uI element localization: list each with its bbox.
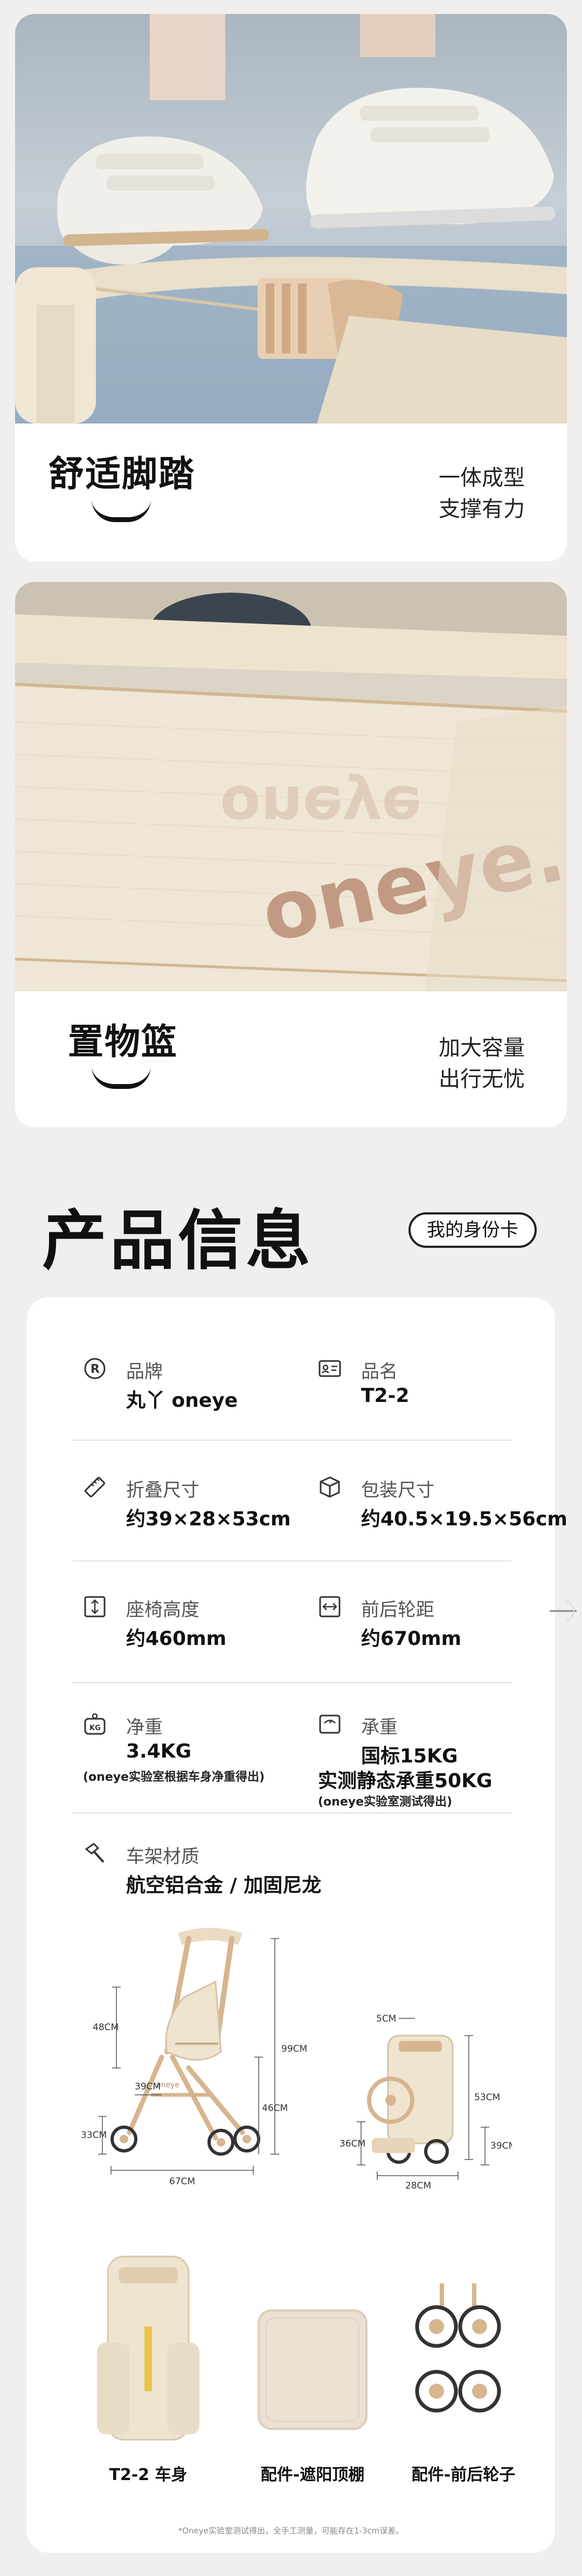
scale-icon: KG: [84, 1713, 106, 1735]
stroller-open-diagram: oneye 48CM 39CM 99CM 46CM 33CM 67CM: [81, 1928, 307, 2187]
spec-label: 座椅高度: [126, 1599, 199, 1621]
spec-label: 包装尺寸: [361, 1480, 434, 1501]
dim-label: 48CM: [93, 2022, 119, 2033]
dim-label: 5CM: [376, 2013, 396, 2024]
stroller-folded-diagram: 5CM 53CM 36CM 39CM 28CM: [340, 2013, 512, 2191]
smile-mark-icon: [92, 1066, 151, 1089]
spec-value: 3.4KG: [126, 1740, 192, 1762]
spec-label: 折叠尺寸: [126, 1480, 199, 1501]
spec-value: 约670mm: [361, 1628, 462, 1650]
basket-photo: oneye oneye.: [15, 582, 567, 991]
hammer-icon: [85, 1843, 105, 1863]
divider: [72, 1560, 512, 1561]
divider: [72, 1813, 512, 1814]
spec-value: 航空铝合金 / 加固尼龙: [126, 1874, 322, 1897]
part-caption: 配件-前后轮子: [411, 2466, 516, 2484]
feature-subtitle-line: 出行无忧: [439, 1067, 525, 1092]
footnote: *Oneye实验室测试得出，全手工测量，可能存在1-3cm误差。: [178, 2526, 404, 2536]
divider: [72, 1440, 512, 1441]
spec-label: 品牌: [126, 1361, 163, 1383]
divider: [72, 1682, 512, 1683]
feature-subtitle-line: 支撑有力: [439, 497, 525, 522]
spec-value: 国标15KG: [361, 1745, 458, 1767]
footrest-photo: [15, 14, 567, 423]
feature-subtitle: 一体成型 支撑有力: [439, 462, 525, 525]
spec-value-2: 实测静态承重50KG: [318, 1770, 493, 1792]
spec-label: 车架材质: [126, 1846, 199, 1867]
feature-title: 置物篮: [68, 1021, 178, 1063]
smile-mark-icon: [92, 499, 151, 522]
id-card-badge: 我的身份卡: [408, 1212, 537, 1248]
dim-label: 39CM: [135, 2081, 161, 2092]
dim-label: 33CM: [81, 2130, 107, 2141]
spec-value: 丸丫 oneye: [126, 1390, 238, 1412]
spec-label: 品名: [361, 1361, 398, 1383]
feature-subtitle-line: 加大容量: [439, 1036, 525, 1060]
side-decoration-icon: [550, 1600, 577, 1622]
spec-note: (oneye实验室测试得出): [318, 1795, 453, 1809]
spec-label: 承重: [361, 1717, 398, 1738]
spec-value: 约40.5×19.5×56cm: [361, 1508, 567, 1530]
dim-label: 36CM: [340, 2138, 365, 2149]
part-body-image: [97, 2255, 199, 2441]
svg-text:KG: KG: [89, 1724, 101, 1732]
part-canopy-image: [258, 2309, 368, 2430]
box-icon: [320, 1476, 340, 1498]
spec-value: 约39×28×53cm: [126, 1508, 291, 1530]
product-info-card: R 品牌 丸丫 oneye 品名 T2-2 折叠尺寸 约39×28×53cm 包…: [27, 1297, 567, 2553]
vertical-arrow-icon: [84, 1596, 106, 1617]
svg-text:R: R: [91, 1363, 100, 1376]
spec-label: 净重: [126, 1717, 163, 1738]
part-caption: T2-2 车身: [109, 2466, 188, 2484]
dim-label: 39CM: [490, 2141, 512, 2151]
feature-card-basket: oneye oneye. 置物篮 加大容量 出行无忧: [15, 582, 567, 1127]
dim-label: 99CM: [281, 2044, 307, 2054]
horizontal-arrow-icon: [319, 1596, 341, 1617]
feature-title: 舒适脚踏: [48, 453, 195, 495]
weight-scale-icon: [319, 1714, 341, 1734]
id-card-icon: [318, 1360, 341, 1377]
ruler-icon: [84, 1476, 106, 1498]
basket-brand-mirror: oneye: [220, 773, 422, 842]
part-wheels-image: [415, 2283, 501, 2413]
spec-note: (oneye实验室根据车身净重得出): [83, 1770, 265, 1784]
section-title: 产品信息: [42, 1204, 314, 1279]
spec-value: T2-2: [361, 1385, 410, 1407]
part-caption: 配件-遮阳顶棚: [260, 2466, 365, 2484]
registered-icon: R: [84, 1358, 106, 1379]
dim-label: 28CM: [405, 2181, 431, 2191]
dim-label: 67CM: [169, 2176, 195, 2187]
feature-subtitle: 加大容量 出行无忧: [439, 1032, 525, 1095]
dim-label: 53CM: [474, 2092, 500, 2103]
feature-subtitle-line: 一体成型: [439, 466, 525, 490]
feature-card-footrest: 舒适脚踏 一体成型 支撑有力: [15, 14, 567, 561]
dim-label: 46CM: [262, 2103, 288, 2114]
spec-value: 约460mm: [126, 1628, 227, 1650]
spec-label: 前后轮距: [361, 1599, 434, 1621]
